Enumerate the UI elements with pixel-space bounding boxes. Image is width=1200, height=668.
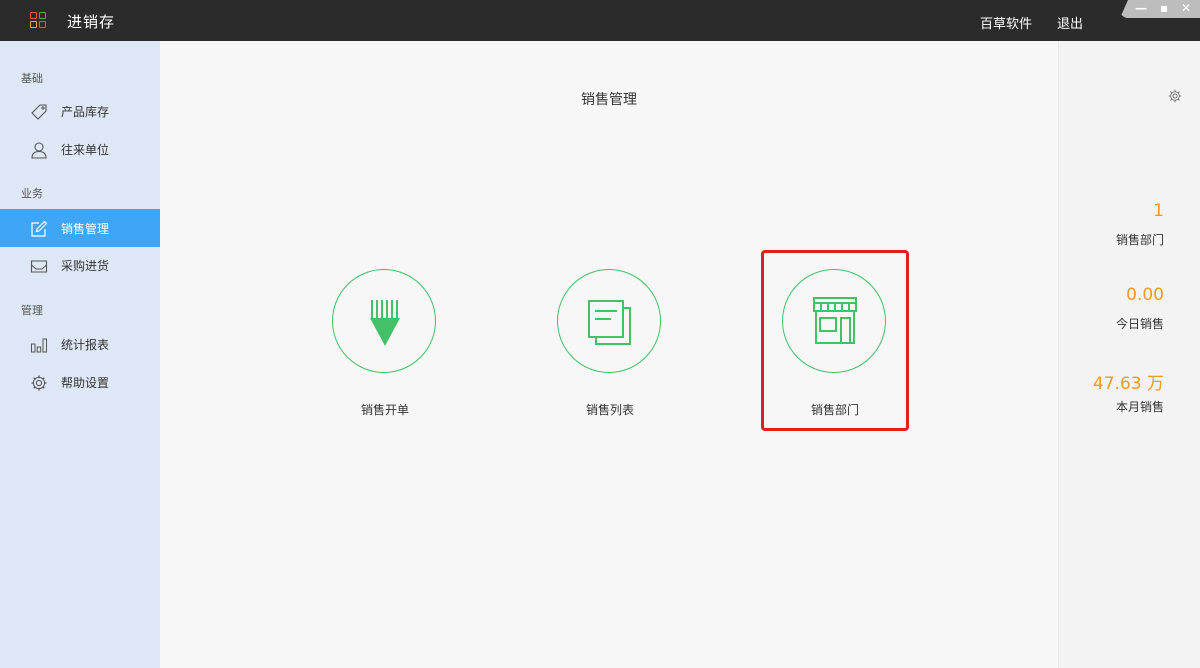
stats-panel [1058, 41, 1200, 668]
tag-icon [31, 104, 47, 120]
maximize-button[interactable]: ▪ [1160, 1, 1168, 15]
sidebar-item-label: 产品库存 [61, 105, 110, 119]
sidebar-item-label: 统计报表 [61, 338, 110, 352]
main-content: 销售管理 销售开单 销售列表 销售部门 [160, 41, 1058, 668]
action-circle [557, 269, 661, 373]
minimize-button[interactable]: — [1135, 1, 1147, 15]
edit-icon [31, 220, 48, 237]
stat-value-month-sales: 47.63 万 [1092, 374, 1164, 394]
sidebar-item-partners[interactable]: 往来单位 [0, 130, 160, 168]
bar-chart-icon [31, 338, 47, 353]
sidebar-item-purchasing[interactable]: 采购进货 [0, 246, 160, 284]
page-title: 销售管理 [581, 92, 637, 108]
app-title: 进销存 [67, 13, 116, 31]
logout-link[interactable]: 退出 [1057, 13, 1083, 32]
action-circle [332, 269, 436, 373]
company-link[interactable]: 百草软件 [980, 13, 1032, 32]
window-controls: — ▪ ✕ [1120, 0, 1200, 18]
section-label-business: 业务 [21, 187, 43, 200]
sidebar-item-label: 帮助设置 [61, 376, 110, 390]
section-label-management: 管理 [21, 304, 43, 317]
stat-label-departments: 销售部门 [1115, 233, 1164, 247]
title-bar: 进销存 百草软件 退出 — ▪ ✕ [0, 0, 1200, 41]
sidebar-item-label: 往来单位 [61, 143, 110, 157]
sidebar-item-help-settings[interactable]: 帮助设置 [0, 363, 160, 401]
sidebar-item-reports[interactable]: 统计报表 [0, 325, 160, 363]
sidebar-item-product-inventory[interactable]: 产品库存 [0, 92, 160, 130]
sidebar-item-label: 销售管理 [61, 222, 110, 236]
sidebar-item-sales-management[interactable]: 销售管理 [0, 209, 160, 247]
app-logo-icon [30, 12, 46, 28]
close-button[interactable]: ✕ [1181, 1, 1191, 15]
stat-value-departments: 1 [1153, 201, 1164, 221]
pencil-icon [370, 300, 400, 346]
action-label: 销售开单 [360, 403, 409, 417]
gear-icon [31, 375, 47, 391]
sidebar: 基础 产品库存 往来单位 业务 销售管理 采购进货 管理 统计报表 帮助设置 [0, 41, 160, 668]
create-sales-order-button[interactable]: 销售开单 [332, 269, 438, 419]
highlight-box [761, 250, 909, 431]
stat-label-month-sales: 本月销售 [1115, 400, 1164, 414]
stat-value-today-sales: 0.00 [1126, 285, 1164, 305]
inbox-icon [30, 260, 48, 273]
action-label: 销售列表 [585, 403, 634, 417]
sales-list-button[interactable]: 销售列表 [557, 269, 663, 419]
sidebar-item-label: 采购进货 [61, 259, 110, 273]
documents-icon [588, 300, 631, 345]
settings-gear-icon[interactable] [1168, 89, 1182, 103]
stat-label-today-sales: 今日销售 [1115, 317, 1164, 331]
user-icon [31, 142, 47, 159]
section-label-basic: 基础 [21, 72, 43, 85]
